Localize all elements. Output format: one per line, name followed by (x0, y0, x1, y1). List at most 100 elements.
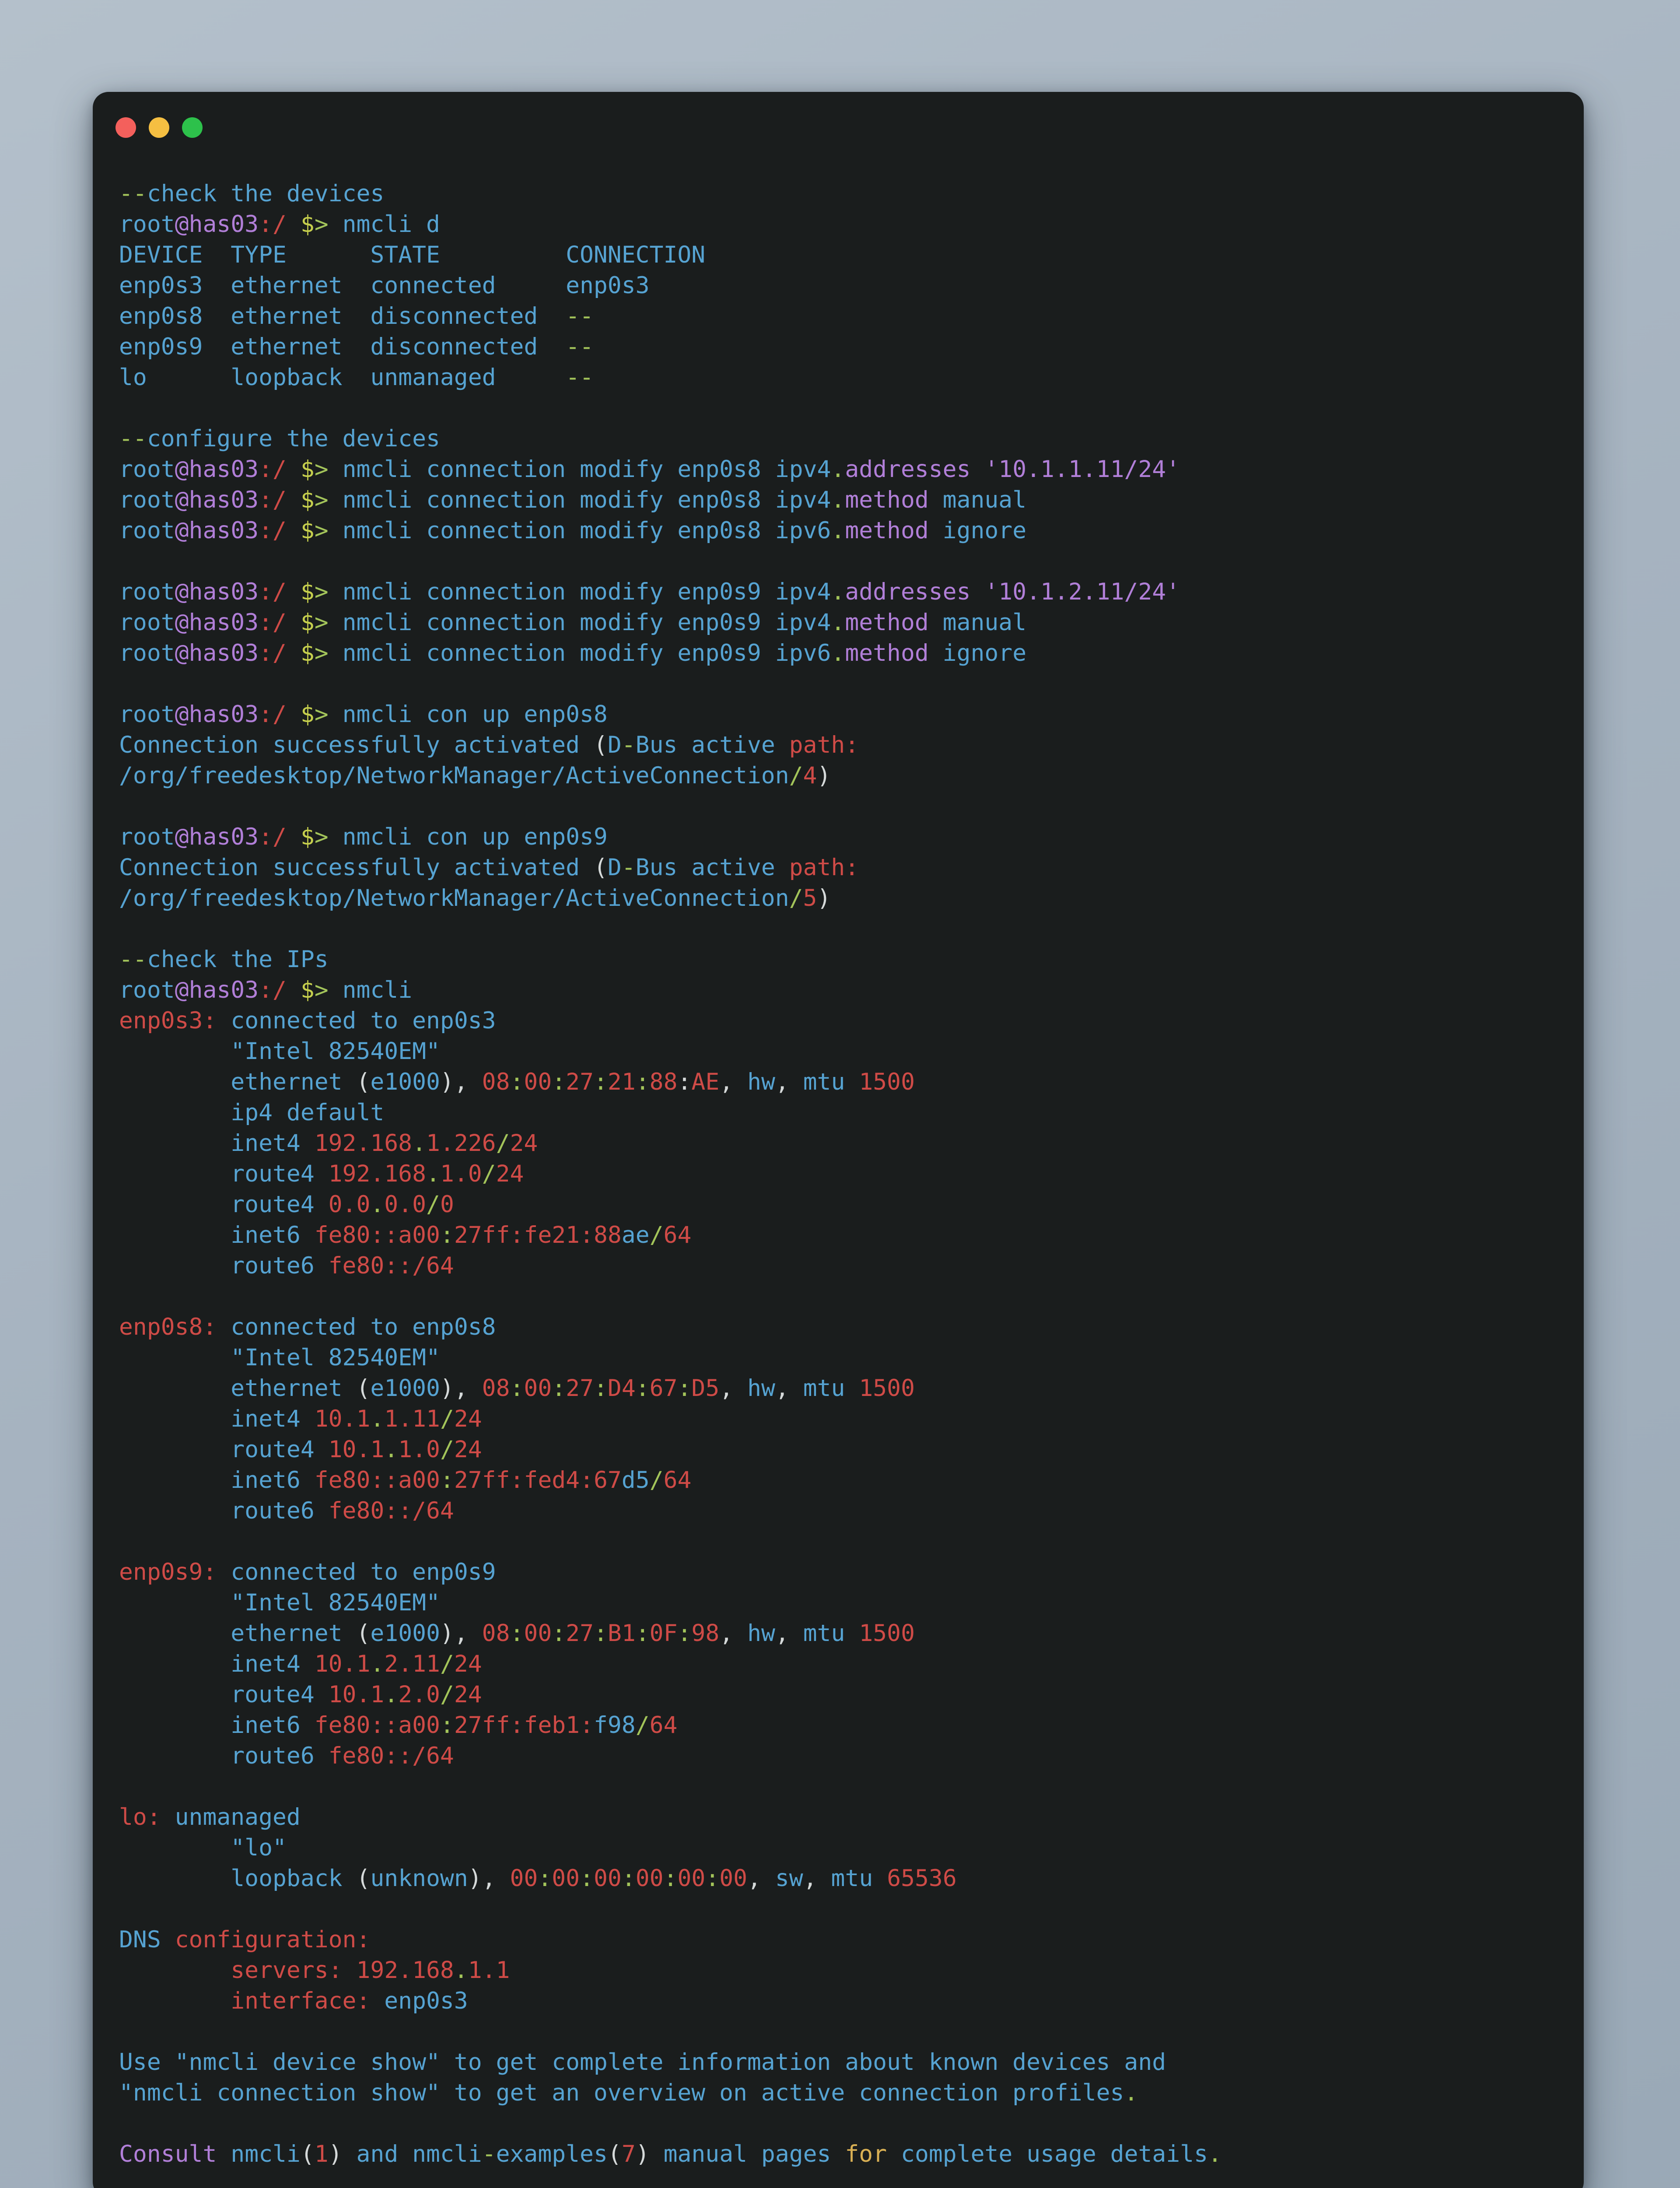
text-segment: / (649, 1467, 664, 1494)
terminal-line: loopback (unknown), 00:00:00:00:00:00, s… (119, 1863, 1566, 1894)
text-segment: ) (635, 2141, 650, 2167)
text-segment: -- (119, 425, 147, 452)
text-segment: mtu (803, 1069, 859, 1095)
close-button[interactable] (116, 117, 136, 138)
text-segment: 27 (566, 1069, 594, 1095)
terminal-line: root@has03:/ $> nmcli connection modify … (119, 577, 1566, 607)
text-segment: fed4 (524, 1467, 580, 1494)
text-segment: @has03 (175, 579, 259, 605)
minimize-button[interactable] (149, 117, 169, 138)
text-segment: 24 (510, 1130, 538, 1157)
terminal-line: DNS configuration: (119, 1925, 1566, 1955)
text-segment: 24 (454, 1681, 482, 1708)
terminal-line: /org/freedesktop/NetworkManager/ActiveCo… (119, 761, 1566, 791)
text-segment: > (314, 456, 329, 483)
maximize-button[interactable] (182, 117, 203, 138)
text-segment: 5 (803, 885, 817, 912)
text-segment: 00 (593, 1865, 622, 1892)
text-segment: Connection successfully activated (119, 854, 594, 881)
text-segment: ( (607, 2141, 622, 2167)
text-segment: nmcli connection modify enp0s9 ipv4 (328, 609, 831, 636)
text-segment: method (845, 609, 929, 636)
text-segment: :/ (259, 640, 301, 666)
text-segment: lo loopback unmanaged (119, 364, 566, 391)
text-segment: 4 (803, 762, 817, 789)
text-segment: - (482, 2141, 496, 2167)
text-segment: : (580, 1865, 594, 1892)
text-segment: 1500 (859, 1069, 915, 1095)
text-segment: fe80::/64 (328, 1252, 454, 1279)
text-segment: > (314, 640, 329, 666)
text-segment: DNS (119, 1926, 175, 1953)
text-segment: 27ff (454, 1222, 510, 1248)
text-segment: / (440, 1406, 454, 1432)
terminal-line: ethernet (e1000), 08:00:27:21:88:AE, hw,… (119, 1067, 1566, 1098)
text-segment: fe21 (524, 1222, 580, 1248)
text-segment: servers: 192.168 (119, 1957, 454, 1984)
text-segment: Use "nmcli device show" to get complete … (119, 2049, 1166, 2076)
text-segment: > (314, 609, 329, 636)
text-segment: -- (566, 303, 594, 330)
window-controls (116, 117, 203, 138)
text-segment: @has03 (175, 456, 259, 483)
terminal-line: --check the IPs (119, 944, 1566, 975)
text-segment: nmcli d (328, 211, 440, 238)
text-segment: 88 (593, 1222, 622, 1248)
text-segment: / (440, 1436, 454, 1463)
text-segment: route6 (119, 1497, 329, 1524)
text-segment: ae (621, 1222, 650, 1248)
text-segment: inet6 (119, 1222, 315, 1248)
terminal-line: enp0s8: connected to enp0s8 (119, 1312, 1566, 1343)
text-segment: 64 (649, 1712, 678, 1739)
text-segment: ethernet (119, 1375, 357, 1402)
text-segment: f98 (593, 1712, 636, 1739)
text-segment: : (593, 1620, 608, 1647)
text-segment: $ (300, 517, 315, 544)
text-segment: :/ (259, 701, 301, 728)
text-segment: : (580, 1712, 594, 1739)
text-segment: 64 (663, 1467, 692, 1494)
text-segment: configuration: (175, 1926, 371, 1953)
text-segment: $ (300, 609, 315, 636)
text-segment: : (635, 1069, 650, 1095)
text-segment: for (845, 2141, 887, 2167)
text-segment: :/ (259, 211, 301, 238)
text-segment: mtu (831, 1865, 887, 1892)
terminal-line: enp0s9: connected to enp0s9 (119, 1557, 1566, 1588)
text-segment: > (314, 701, 329, 728)
text-segment: fe80::a00 (314, 1712, 440, 1739)
terminal-line: root@has03:/ $> nmcli connection modify … (119, 607, 1566, 638)
text-segment: : (635, 1375, 650, 1402)
text-segment: : (677, 1375, 692, 1402)
text-segment: $ (300, 701, 315, 728)
text-segment: "Intel 82540EM" (119, 1038, 440, 1065)
text-segment: 24 (496, 1161, 524, 1187)
text-segment: 1.226 (426, 1130, 496, 1157)
text-segment: . (370, 1406, 385, 1432)
text-segment: ), (440, 1375, 482, 1402)
text-segment: / (789, 885, 803, 912)
text-segment: route6 (119, 1743, 329, 1769)
text-segment: connected to enp0s9 (217, 1559, 496, 1585)
terminal-line: "Intel 82540EM" (119, 1343, 1566, 1373)
terminal-line: route4 10.1.1.0/24 (119, 1434, 1566, 1465)
text-segment: route4 (119, 1161, 329, 1187)
text-segment: /org/freedesktop/NetworkManager/ActiveCo… (119, 762, 789, 789)
text-segment: 67 (593, 1467, 622, 1494)
text-segment: 0F (649, 1620, 678, 1647)
text-segment: enp0s9: (119, 1559, 217, 1585)
text-segment: /org/freedesktop/NetworkManager/ActiveCo… (119, 885, 789, 912)
text-segment: 10.1 (328, 1436, 385, 1463)
text-segment: hw (747, 1069, 775, 1095)
text-segment: root (119, 211, 175, 238)
text-segment: . (370, 1191, 385, 1218)
terminal-line: route4 192.168.1.0/24 (119, 1159, 1566, 1189)
text-segment: ( (593, 732, 608, 758)
text-segment: root (119, 609, 175, 636)
text-segment: nmcli (217, 2141, 301, 2167)
text-segment: 0.0 (384, 1191, 427, 1218)
text-segment: inet4 (119, 1130, 315, 1157)
text-segment: @has03 (175, 701, 259, 728)
